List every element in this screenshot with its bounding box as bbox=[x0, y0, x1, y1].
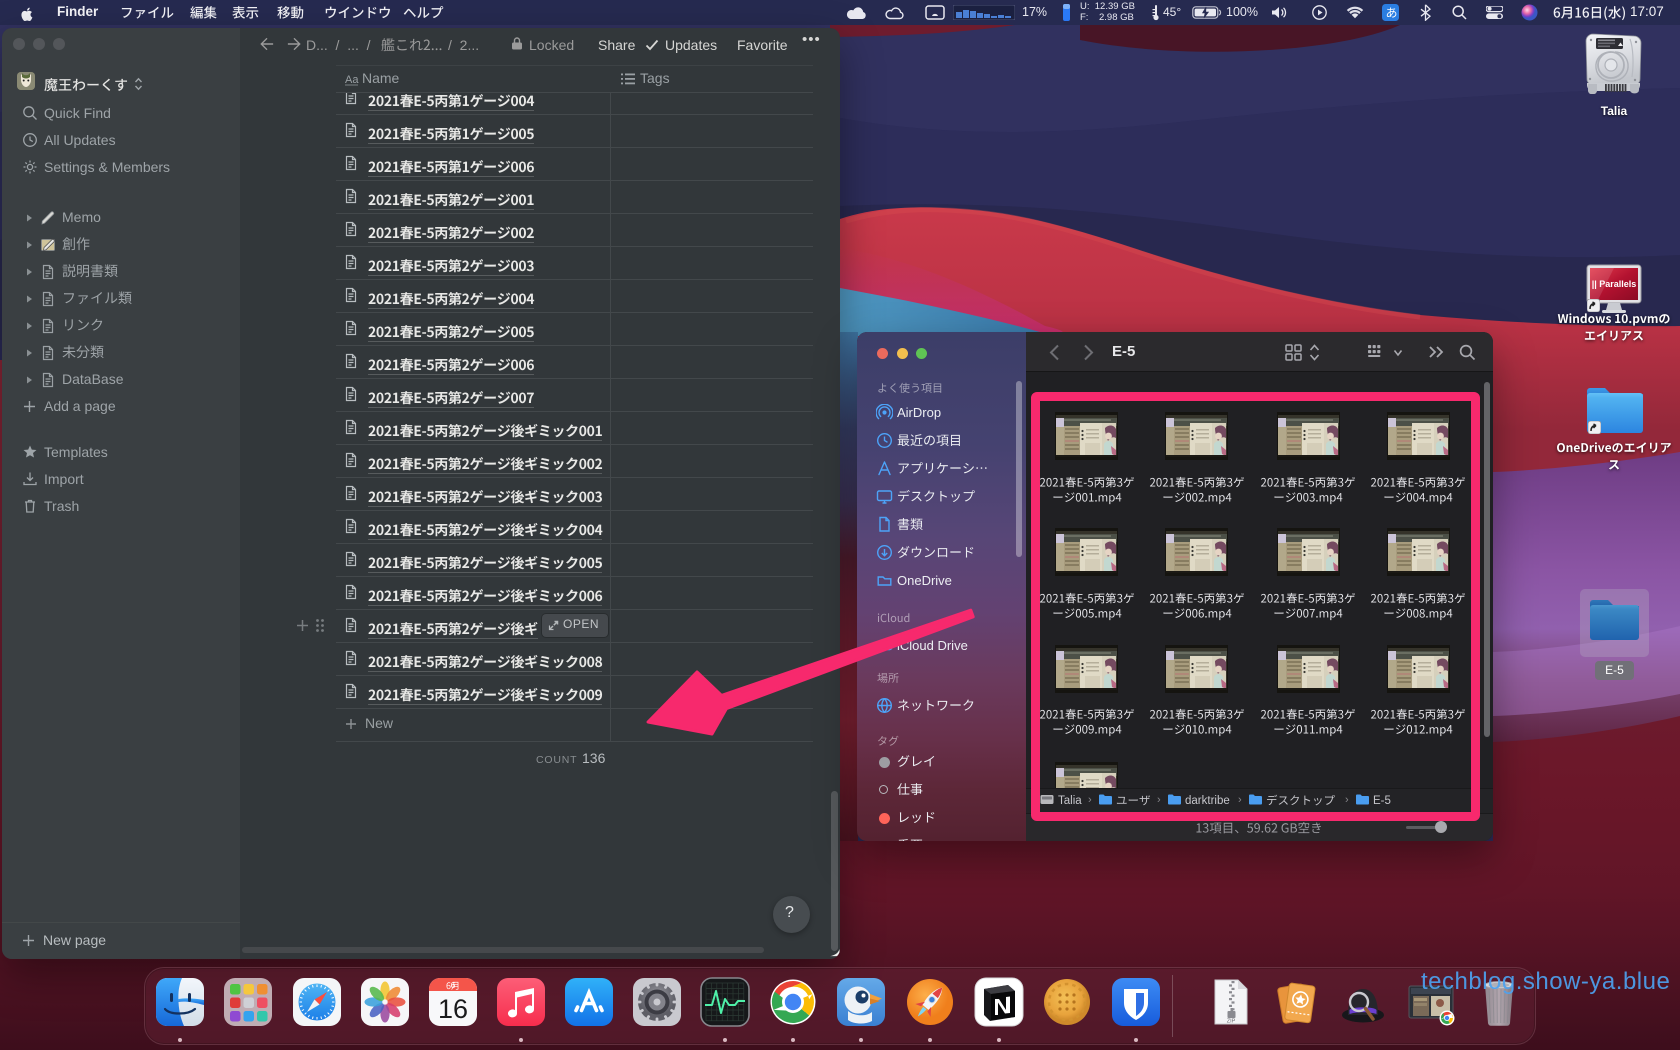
svg-text:ZIP: ZIP bbox=[1227, 1019, 1236, 1025]
svg-text:Aa: Aa bbox=[345, 74, 359, 86]
svg-text:|| Parallels: || Parallels bbox=[1592, 279, 1637, 289]
svg-text:16: 16 bbox=[438, 994, 468, 1024]
svg-text:6: 6 bbox=[451, 980, 456, 990]
